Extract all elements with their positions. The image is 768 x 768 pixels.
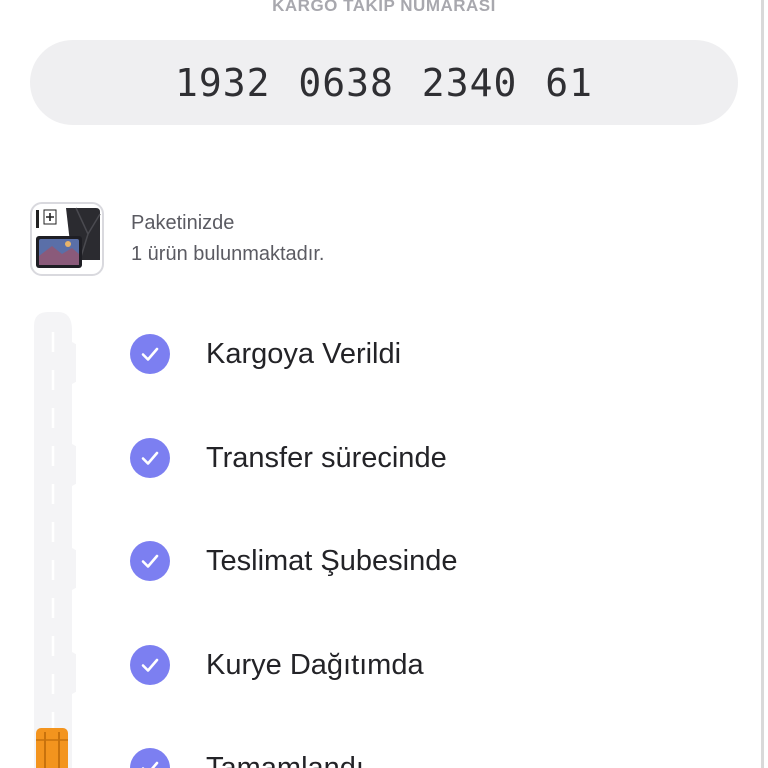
package-info-text: Paketinizde 1 ürün bulunmaktadır.	[131, 208, 324, 270]
checkmark-icon	[130, 541, 170, 581]
checkmark-icon	[130, 645, 170, 685]
screen-edge-divider	[761, 0, 764, 768]
cargo-package-icon	[36, 728, 68, 768]
shipment-tracking-screen: KARGO TAKİP NUMARASI 1932 0638 2340 61 P…	[0, 0, 768, 768]
step-label: Teslimat Şubesinde	[206, 544, 458, 577]
step-teslimat-subesinde: Teslimat Şubesinde	[130, 539, 457, 583]
step-transfer-surecinde: Transfer sürecinde	[130, 436, 447, 480]
step-tamamlandi: Tamamlandı	[130, 746, 364, 768]
package-info-line-2: 1 ürün bulunmaktadır.	[131, 243, 325, 265]
tracking-number-title: KARGO TAKİP NUMARASI	[272, 0, 496, 15]
step-kurye-dagitimda: Kurye Dağıtımda	[130, 643, 424, 687]
step-kargoya-verildi: Kargoya Verildi	[130, 332, 401, 376]
step-label: Kargoya Verildi	[206, 337, 402, 370]
step-label: Kurye Dağıtımda	[206, 648, 424, 681]
package-info-line-1: Paketinizde	[131, 212, 235, 234]
step-label: Tamamlandı	[206, 751, 364, 768]
checkmark-icon	[130, 438, 170, 478]
tracking-number-box[interactable]: 1932 0638 2340 61	[30, 40, 738, 125]
checkmark-icon	[130, 334, 170, 374]
checkmark-icon	[130, 748, 170, 768]
tracking-number: 1932 0638 2340 61	[175, 60, 593, 105]
tablet-case-product-icon	[30, 202, 104, 276]
package-summary[interactable]: Paketinizde 1 ürün bulunmaktadır.	[30, 200, 324, 278]
delivery-road-icon	[34, 312, 76, 768]
step-label: Transfer sürecinde	[206, 441, 447, 474]
